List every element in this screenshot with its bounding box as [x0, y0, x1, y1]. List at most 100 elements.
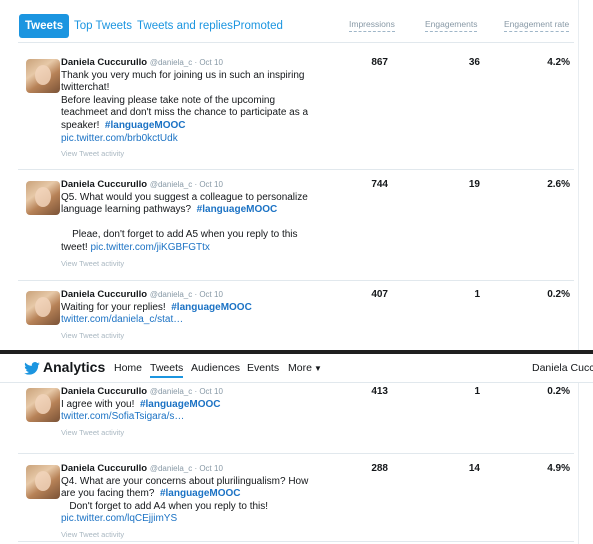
- author-name[interactable]: Daniela Cuccurullo: [61, 57, 147, 68]
- tab-top-tweets[interactable]: Top Tweets: [74, 14, 132, 38]
- avatar[interactable]: [26, 181, 60, 215]
- nav-tweets[interactable]: Tweets: [150, 362, 184, 378]
- impressions-value: 413: [371, 386, 388, 397]
- author-name[interactable]: Daniela Cuccurullo: [61, 463, 147, 474]
- tweet-text-line: Q5. What would you suggest a colleague t…: [61, 192, 346, 205]
- analytics-navbar: Analytics Home Tweets Audiences Events M…: [0, 354, 593, 383]
- view-tweet-activity-link[interactable]: View Tweet activity: [61, 258, 346, 271]
- tab-tweets-and-replies[interactable]: Tweets and replies: [137, 14, 233, 38]
- author-handle-date: @daniela_c · Oct 10: [149, 290, 223, 299]
- engagement-rate-value: 0.2%: [547, 289, 570, 300]
- author-name[interactable]: Daniela Cuccurullo: [61, 386, 147, 397]
- tweet-text-line: twitter.com/daniela_c/stat…: [61, 314, 346, 327]
- tweet-text-line: Thank you very much for joining us in su…: [61, 70, 346, 83]
- tweet-text-line: [61, 217, 346, 230]
- author-handle-date: @daniela_c · Oct 10: [149, 464, 223, 473]
- tweet-text: Thank you very much for joining us in su…: [61, 69, 305, 81]
- impressions-value: 867: [371, 57, 388, 68]
- author-handle-date: @daniela_c · Oct 10: [149, 58, 223, 67]
- divider: [18, 280, 574, 281]
- divider: [18, 169, 574, 170]
- tweet-text-line: Don't forget to add A4 when you reply to…: [61, 501, 346, 514]
- tweet-text-line: tweet! pic.twitter.com/jiKGBFGTtx: [61, 242, 346, 255]
- nav-more-label: More: [288, 362, 312, 374]
- view-tweet-activity-link[interactable]: View Tweet activity: [61, 529, 346, 542]
- tweet-text-line: teachmeet and don't miss the chance to p…: [61, 107, 346, 120]
- author-handle-date: @daniela_c · Oct 10: [149, 387, 223, 396]
- tweet-text: Before leaving please take note of the u…: [61, 94, 276, 106]
- tweet-text-line: Q4. What are your concerns about plurili…: [61, 476, 346, 489]
- tweet-text: are you facing them?: [61, 488, 155, 500]
- tweet-text-line: Before leaving please take note of the u…: [61, 95, 346, 108]
- hashtag-link[interactable]: #languageMOOC: [197, 204, 278, 215]
- tweet-link[interactable]: twitter.com/SofiaTsigara/s…: [61, 411, 184, 422]
- engagement-rate-value: 0.2%: [547, 386, 570, 397]
- avatar[interactable]: [26, 59, 60, 93]
- impressions-value: 288: [371, 463, 388, 474]
- nav-events[interactable]: Events: [247, 362, 279, 374]
- tweet-header: Daniela Cuccurullo @daniela_c · Oct 10: [61, 289, 346, 302]
- tweet-content: Daniela Cuccurullo @daniela_c · Oct 10 Q5…: [61, 179, 346, 270]
- view-tweet-activity-link[interactable]: View Tweet activity: [61, 330, 346, 343]
- hashtag-link[interactable]: #languageMOOC: [160, 488, 241, 499]
- tweet-text-line: are you facing them? #languageMOOC: [61, 488, 346, 501]
- tweet-text: Don't forget to add A4 when you reply to…: [61, 500, 269, 512]
- tweet-text: [61, 217, 64, 228]
- author-name[interactable]: Daniela Cuccurullo: [61, 179, 147, 190]
- divider: [18, 453, 574, 454]
- avatar[interactable]: [26, 388, 60, 422]
- impressions-value: 407: [371, 289, 388, 300]
- tweet-link[interactable]: pic.twitter.com/jiKGBFGTtx: [90, 242, 209, 253]
- tweet-text-line: pic.twitter.com/lqCEjjimYS: [61, 513, 346, 526]
- tweet-link[interactable]: pic.twitter.com/lqCEjjimYS: [61, 513, 177, 524]
- analytics-title[interactable]: Analytics: [43, 359, 105, 375]
- author-name[interactable]: Daniela Cuccurullo: [61, 289, 147, 300]
- user-menu[interactable]: Daniela Cuccu: [532, 362, 593, 374]
- hashtag-link[interactable]: #languageMOOC: [171, 302, 252, 313]
- tweet-text-line: Waiting for your replies! #languageMOOC: [61, 302, 346, 315]
- nav-audiences[interactable]: Audiences: [191, 362, 240, 374]
- tweet-text-line: pic.twitter.com/brb0kctUdk: [61, 133, 346, 146]
- tweet-text: Waiting for your replies!: [61, 301, 166, 313]
- tweet-text: tweet!: [61, 241, 88, 253]
- tweet-header: Daniela Cuccurullo @daniela_c · Oct 10: [61, 57, 346, 70]
- tweet-text: speaker!: [61, 119, 100, 131]
- view-tweet-activity-link[interactable]: View Tweet activity: [61, 427, 346, 440]
- impressions-value: 744: [371, 179, 388, 190]
- tab-promoted[interactable]: Promoted: [233, 14, 283, 38]
- tweet-text: teachmeet and don't miss the chance to p…: [61, 107, 309, 119]
- engagements-value: 14: [468, 463, 480, 474]
- avatar[interactable]: [26, 465, 60, 499]
- divider: [18, 42, 574, 43]
- tweet-text-line: twitter.com/SofiaTsigara/s…: [61, 411, 346, 424]
- tab-tweets[interactable]: Tweets: [19, 14, 70, 38]
- engagement-rate-header[interactable]: Engagement rate: [504, 19, 570, 32]
- engagements-value: 36: [468, 57, 480, 68]
- author-handle-date: @daniela_c · Oct 10: [149, 180, 223, 189]
- twitter-bird-icon: [24, 362, 40, 375]
- engagements-value: 1: [474, 289, 480, 300]
- tweet-content: Daniela Cuccurullo @daniela_c · Oct 10 Wa…: [61, 289, 346, 342]
- nav-home[interactable]: Home: [114, 362, 142, 374]
- tweet-content: Daniela Cuccurullo @daniela_c · Oct 10 Q4…: [61, 463, 346, 542]
- tweet-text-line: I agree with you! #languageMOOC: [61, 399, 346, 412]
- hashtag-link[interactable]: #languageMOOC: [140, 399, 221, 410]
- tweet-header: Daniela Cuccurullo @daniela_c · Oct 10: [61, 179, 346, 192]
- nav-more[interactable]: More ▼: [288, 362, 322, 374]
- hashtag-link[interactable]: #languageMOOC: [105, 120, 186, 131]
- tweet-text: Pleae, don't forget to add A5 when you r…: [61, 229, 298, 241]
- tweet-text: Q5. What would you suggest a colleague t…: [61, 191, 308, 203]
- tweet-link[interactable]: twitter.com/daniela_c/stat…: [61, 314, 183, 325]
- engagements-value: 19: [468, 179, 480, 190]
- tweet-link[interactable]: pic.twitter.com/brb0kctUdk: [61, 133, 178, 144]
- tweet-text-line: Pleae, don't forget to add A5 when you r…: [61, 229, 346, 242]
- panel-border: [578, 0, 579, 544]
- avatar[interactable]: [26, 291, 60, 325]
- tweet-text-line: speaker! #languageMOOC: [61, 120, 346, 133]
- tweet-text-line: twitterchat!: [61, 82, 346, 95]
- impressions-header[interactable]: Impressions: [349, 19, 395, 32]
- engagement-rate-value: 4.9%: [547, 463, 570, 474]
- tweet-header: Daniela Cuccurullo @daniela_c · Oct 10: [61, 386, 346, 399]
- engagements-header[interactable]: Engagements: [425, 19, 478, 32]
- view-tweet-activity-link[interactable]: View Tweet activity: [61, 148, 346, 161]
